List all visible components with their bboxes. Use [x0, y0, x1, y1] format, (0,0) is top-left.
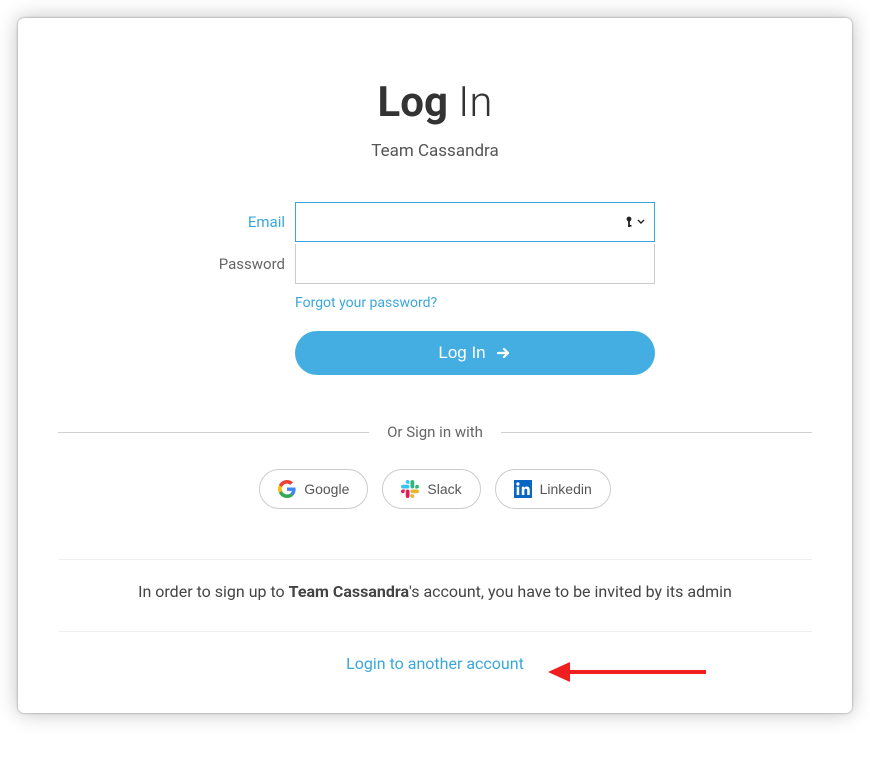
title-bold: Log: [378, 78, 448, 127]
password-field[interactable]: [295, 244, 655, 284]
password-label: Password: [215, 255, 295, 273]
team-subtitle: Team Cassandra: [58, 141, 812, 161]
login-card: Log In Team Cassandra Email Password For…: [18, 18, 852, 713]
slack-icon: [401, 480, 419, 498]
invite-note: In order to sign up to Team Cassandra's …: [58, 582, 812, 601]
forgot-password-link[interactable]: Forgot your password?: [295, 295, 437, 311]
login-button-label: Log In: [438, 343, 485, 363]
login-button[interactable]: Log In: [295, 331, 655, 375]
linkedin-label: Linkedin: [540, 481, 592, 497]
title-light: In: [448, 78, 493, 127]
google-icon: [278, 480, 296, 498]
invite-suffix: 's account, you have to be invited by it…: [409, 582, 732, 601]
password-manager-icon[interactable]: [625, 216, 645, 228]
google-signin-button[interactable]: Google: [259, 469, 368, 509]
email-label: Email: [215, 213, 295, 231]
email-field[interactable]: [295, 202, 655, 242]
social-divider: Or Sign in with: [58, 423, 812, 441]
invite-team: Team Cassandra: [289, 582, 409, 601]
section-separator-2: [58, 631, 812, 632]
email-field-wrap: [295, 202, 655, 242]
divider-text: Or Sign in with: [369, 423, 501, 441]
arrow-right-icon: [496, 345, 512, 361]
google-label: Google: [304, 481, 349, 497]
page-title: Log In: [58, 78, 812, 127]
invite-prefix: In order to sign up to: [138, 582, 289, 601]
chevron-down-icon: [637, 218, 645, 226]
slack-label: Slack: [427, 481, 461, 497]
divider-line-right: [501, 432, 812, 433]
arrow-left-icon: [548, 657, 708, 687]
login-form: Email Password Forgot your password? Log…: [215, 201, 655, 375]
email-row: Email: [215, 201, 655, 243]
linkedin-signin-button[interactable]: Linkedin: [495, 469, 611, 509]
section-separator-1: [58, 559, 812, 560]
social-row: Google Slack Linkedin: [58, 469, 812, 509]
password-row: Password: [215, 243, 655, 285]
slack-signin-button[interactable]: Slack: [382, 469, 480, 509]
annotation-arrow: [548, 657, 708, 687]
linkedin-icon: [514, 480, 532, 498]
divider-line-left: [58, 432, 369, 433]
password-field-wrap: [295, 244, 655, 284]
